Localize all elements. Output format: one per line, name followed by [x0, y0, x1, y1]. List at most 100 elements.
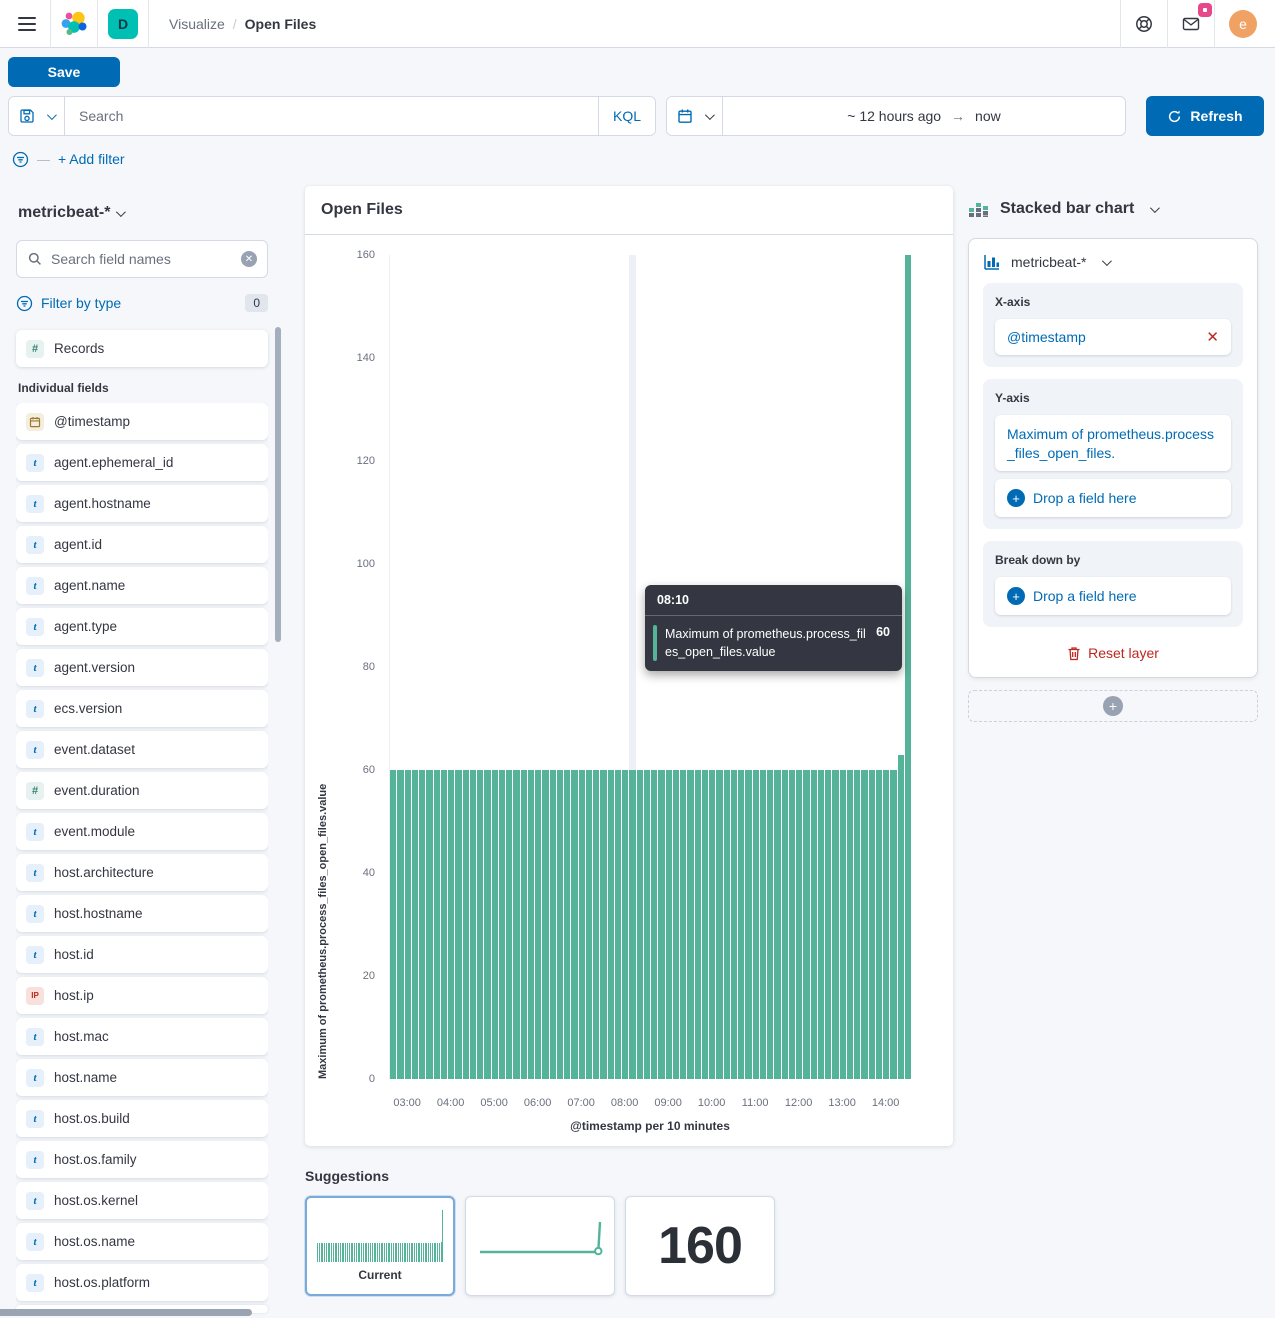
chart-bar[interactable] — [397, 770, 403, 1079]
help-button[interactable] — [1127, 7, 1161, 41]
chart-bar[interactable] — [658, 770, 664, 1079]
chart-bar[interactable] — [528, 770, 534, 1079]
chart-bar[interactable] — [608, 770, 614, 1079]
chart-bar[interactable] — [484, 770, 490, 1079]
chart-bar[interactable] — [615, 770, 621, 1079]
chart-bar[interactable] — [637, 770, 643, 1079]
chart-bar[interactable] — [513, 770, 519, 1079]
suggestion-metric[interactable]: 160 — [625, 1196, 775, 1296]
filter-by-type[interactable]: Filter by type 0 — [16, 290, 268, 316]
y-axis-drop-target[interactable]: + Drop a field here — [995, 479, 1231, 517]
field-item[interactable]: thost.id — [16, 936, 268, 973]
field-item[interactable]: tagent.type — [16, 608, 268, 645]
chart-bar[interactable] — [390, 770, 396, 1079]
chart-bar[interactable] — [876, 770, 882, 1079]
remove-dimension-icon[interactable]: ✕ — [1206, 330, 1219, 345]
field-item[interactable]: tecs.version — [16, 690, 268, 727]
chart-bar[interactable] — [455, 770, 461, 1079]
clear-search-button[interactable]: ✕ — [241, 251, 257, 267]
field-item[interactable]: thost.mac — [16, 1018, 268, 1055]
chart-bar[interactable] — [731, 770, 737, 1079]
chart-bar[interactable] — [644, 770, 650, 1079]
field-item[interactable]: tevent.module — [16, 813, 268, 850]
chart-bar[interactable] — [600, 770, 606, 1079]
time-range[interactable]: ~ 12 hours ago → now — [723, 97, 1125, 135]
vertical-scrollbar[interactable] — [275, 327, 281, 642]
time-to[interactable]: now — [975, 108, 1001, 124]
chart-bar[interactable] — [745, 770, 751, 1079]
saved-query-button[interactable] — [9, 97, 65, 135]
chart-bar[interactable] — [651, 770, 657, 1079]
field-item[interactable]: #event.duration — [16, 772, 268, 809]
chart-bar[interactable] — [861, 770, 867, 1079]
chart-bar[interactable] — [702, 770, 708, 1079]
chart-bar[interactable] — [767, 770, 773, 1079]
chart-bar[interactable] — [586, 770, 592, 1079]
add-layer-button[interactable]: + — [968, 690, 1258, 722]
calendar-button[interactable] — [667, 97, 723, 135]
breadcrumb-visualize[interactable]: Visualize — [169, 16, 225, 32]
chart-bar[interactable] — [506, 770, 512, 1079]
chart-bar[interactable] — [811, 770, 817, 1079]
field-item[interactable]: tagent.hostname — [16, 485, 268, 522]
x-axis-dimension[interactable]: @timestamp ✕ — [995, 319, 1231, 355]
chart-bar[interactable] — [753, 770, 759, 1079]
field-item[interactable]: tagent.ephemeral_id — [16, 444, 268, 481]
chart-bar[interactable] — [419, 770, 425, 1079]
field-item[interactable]: IPhost.ip — [16, 977, 268, 1014]
menu-button[interactable] — [10, 7, 44, 41]
field-item[interactable]: thost.os.build — [16, 1100, 268, 1137]
suggestion-current[interactable]: Current — [305, 1196, 455, 1296]
chart-bar[interactable] — [789, 770, 795, 1079]
chart-bar[interactable] — [847, 770, 853, 1079]
field-item[interactable]: thost.name — [16, 1059, 268, 1096]
field-item[interactable]: tagent.version — [16, 649, 268, 686]
chart-bar[interactable] — [883, 770, 889, 1079]
break-down-drop-target[interactable]: + Drop a field here — [995, 577, 1231, 615]
field-item[interactable]: @timestamp — [16, 403, 268, 440]
chart-bar[interactable] — [470, 770, 476, 1079]
chart-bar[interactable] — [803, 770, 809, 1079]
user-avatar[interactable]: e — [1229, 10, 1257, 38]
chart-bar[interactable] — [535, 770, 541, 1079]
chart-bar[interactable] — [448, 770, 454, 1079]
chart-bar[interactable] — [890, 770, 896, 1079]
save-button[interactable]: Save — [8, 57, 120, 87]
chart-bar[interactable] — [622, 770, 628, 1079]
chart-bar[interactable] — [854, 770, 860, 1079]
chart-bar[interactable] — [579, 770, 585, 1079]
chart-bar[interactable] — [774, 770, 780, 1079]
field-item[interactable]: thost.os.platform — [16, 1264, 268, 1301]
chart-bar[interactable] — [557, 770, 563, 1079]
chart-bar[interactable] — [782, 770, 788, 1079]
field-item[interactable]: tagent.id — [16, 526, 268, 563]
field-item[interactable]: thost.os.family — [16, 1141, 268, 1178]
index-pattern-selector[interactable]: metricbeat-* — [16, 196, 268, 224]
chart-bar[interactable] — [593, 770, 599, 1079]
chart-bar[interactable] — [832, 770, 838, 1079]
chart-bar[interactable] — [571, 770, 577, 1079]
chart-bar[interactable] — [405, 770, 411, 1079]
field-item[interactable]: thost.hostname — [16, 895, 268, 932]
chart-bar[interactable] — [412, 770, 418, 1079]
add-filter-link[interactable]: + Add filter — [58, 151, 125, 167]
chart-bar[interactable] — [687, 770, 693, 1079]
kql-button[interactable]: KQL — [598, 97, 655, 135]
chart-bar[interactable] — [738, 770, 744, 1079]
search-input[interactable] — [65, 97, 598, 135]
chart-bar[interactable] — [499, 770, 505, 1079]
chart-bar[interactable] — [840, 770, 846, 1079]
chart-bar[interactable] — [825, 770, 831, 1079]
chart-type-selector[interactable]: Stacked bar chart — [968, 194, 1258, 224]
chart-bar[interactable] — [796, 770, 802, 1079]
filter-icon[interactable] — [12, 151, 29, 168]
chart-bar[interactable] — [673, 770, 679, 1079]
field-item-records[interactable]: # Records — [16, 330, 268, 367]
field-item[interactable]: tevent.dataset — [16, 731, 268, 768]
chart-bar[interactable] — [898, 755, 904, 1079]
chart-bar[interactable] — [463, 770, 469, 1079]
chart-bar[interactable] — [760, 770, 766, 1079]
suggestion-line-chart[interactable] — [465, 1196, 615, 1296]
chart-bar[interactable] — [905, 255, 911, 1079]
chart-bar[interactable] — [492, 770, 498, 1079]
